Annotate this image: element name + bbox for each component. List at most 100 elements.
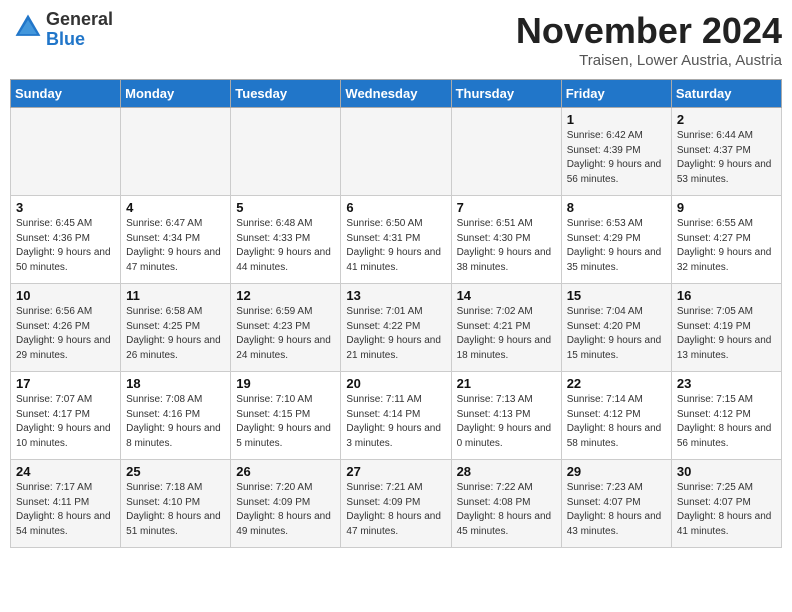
day-info: Sunrise: 6:44 AMSunset: 4:37 PMDaylight:… xyxy=(677,129,776,187)
calendar-cell xyxy=(451,108,561,196)
calendar-cell: 7 Sunrise: 6:51 AMSunset: 4:30 PMDaylight… xyxy=(451,196,561,284)
month-title: November 2024 xyxy=(516,10,782,52)
day-number: 6 xyxy=(346,200,445,215)
weekday-header-row: SundayMondayTuesdayWednesdayThursdayFrid… xyxy=(11,80,782,108)
calendar-week-row: 24 Sunrise: 7:17 AMSunset: 4:11 PMDayligh… xyxy=(11,460,782,548)
day-number: 19 xyxy=(236,376,335,391)
calendar-cell: 6 Sunrise: 6:50 AMSunset: 4:31 PMDaylight… xyxy=(341,196,451,284)
day-info: Sunrise: 6:58 AMSunset: 4:25 PMDaylight:… xyxy=(126,305,225,363)
calendar-cell: 30 Sunrise: 7:25 AMSunset: 4:07 PMDayligh… xyxy=(671,460,781,548)
calendar-cell: 25 Sunrise: 7:18 AMSunset: 4:10 PMDayligh… xyxy=(121,460,231,548)
calendar-cell: 11 Sunrise: 6:58 AMSunset: 4:25 PMDayligh… xyxy=(121,284,231,372)
weekday-header-sunday: Sunday xyxy=(11,80,121,108)
page-header: General Blue November 2024 Traisen, Lowe… xyxy=(10,10,782,69)
logo-icon xyxy=(12,11,44,43)
calendar-week-row: 17 Sunrise: 7:07 AMSunset: 4:17 PMDayligh… xyxy=(11,372,782,460)
day-number: 11 xyxy=(126,288,225,303)
weekday-header-thursday: Thursday xyxy=(451,80,561,108)
day-info: Sunrise: 6:55 AMSunset: 4:27 PMDaylight:… xyxy=(677,217,776,275)
day-info: Sunrise: 7:17 AMSunset: 4:11 PMDaylight:… xyxy=(16,481,115,539)
weekday-header-monday: Monday xyxy=(121,80,231,108)
calendar-cell: 29 Sunrise: 7:23 AMSunset: 4:07 PMDayligh… xyxy=(561,460,671,548)
day-info: Sunrise: 7:14 AMSunset: 4:12 PMDaylight:… xyxy=(567,393,666,451)
calendar-cell: 19 Sunrise: 7:10 AMSunset: 4:15 PMDayligh… xyxy=(231,372,341,460)
weekday-header-saturday: Saturday xyxy=(671,80,781,108)
day-info: Sunrise: 6:42 AMSunset: 4:39 PMDaylight:… xyxy=(567,129,666,187)
day-number: 12 xyxy=(236,288,335,303)
calendar-cell: 14Sunrise: 7:02 AMSunset: 4:21 PMDayligh… xyxy=(451,284,561,372)
day-info: Sunrise: 6:56 AMSunset: 4:26 PMDaylight:… xyxy=(16,305,115,363)
calendar-cell: 27 Sunrise: 7:21 AMSunset: 4:09 PMDayligh… xyxy=(341,460,451,548)
calendar-cell: 23Sunrise: 7:15 AMSunset: 4:12 PMDayligh… xyxy=(671,372,781,460)
weekday-header-tuesday: Tuesday xyxy=(231,80,341,108)
calendar-cell: 10Sunrise: 6:56 AMSunset: 4:26 PMDayligh… xyxy=(11,284,121,372)
day-number: 30 xyxy=(677,464,776,479)
day-number: 22 xyxy=(567,376,666,391)
day-number: 25 xyxy=(126,464,225,479)
logo-blue-text: Blue xyxy=(46,29,85,49)
day-number: 29 xyxy=(567,464,666,479)
calendar-cell: 21Sunrise: 7:13 AMSunset: 4:13 PMDayligh… xyxy=(451,372,561,460)
calendar-cell: 9Sunrise: 6:55 AMSunset: 4:27 PMDaylight… xyxy=(671,196,781,284)
day-number: 14 xyxy=(457,288,556,303)
day-info: Sunrise: 7:15 AMSunset: 4:12 PMDaylight:… xyxy=(677,393,776,451)
day-info: Sunrise: 7:18 AMSunset: 4:10 PMDaylight:… xyxy=(126,481,225,539)
calendar-cell xyxy=(231,108,341,196)
calendar-cell xyxy=(341,108,451,196)
calendar-week-row: 1 Sunrise: 6:42 AMSunset: 4:39 PMDaylight… xyxy=(11,108,782,196)
calendar-cell: 20Sunrise: 7:11 AMSunset: 4:14 PMDayligh… xyxy=(341,372,451,460)
day-info: Sunrise: 7:04 AMSunset: 4:20 PMDaylight:… xyxy=(567,305,666,363)
day-info: Sunrise: 7:13 AMSunset: 4:13 PMDaylight:… xyxy=(457,393,556,451)
day-info: Sunrise: 6:51 AMSunset: 4:30 PMDaylight:… xyxy=(457,217,556,275)
day-info: Sunrise: 7:11 AMSunset: 4:14 PMDaylight:… xyxy=(346,393,445,451)
day-number: 13 xyxy=(346,288,445,303)
calendar-cell: 16Sunrise: 7:05 AMSunset: 4:19 PMDayligh… xyxy=(671,284,781,372)
calendar-cell: 1 Sunrise: 6:42 AMSunset: 4:39 PMDaylight… xyxy=(561,108,671,196)
day-info: Sunrise: 6:50 AMSunset: 4:31 PMDaylight:… xyxy=(346,217,445,275)
day-number: 17 xyxy=(16,376,115,391)
calendar-week-row: 3 Sunrise: 6:45 AMSunset: 4:36 PMDaylight… xyxy=(11,196,782,284)
weekday-header-wednesday: Wednesday xyxy=(341,80,451,108)
title-area: November 2024 Traisen, Lower Austria, Au… xyxy=(516,10,782,69)
calendar-cell: 28 Sunrise: 7:22 AMSunset: 4:08 PMDayligh… xyxy=(451,460,561,548)
day-number: 18 xyxy=(126,376,225,391)
calendar-week-row: 10Sunrise: 6:56 AMSunset: 4:26 PMDayligh… xyxy=(11,284,782,372)
calendar-cell xyxy=(121,108,231,196)
day-number: 27 xyxy=(346,464,445,479)
day-number: 7 xyxy=(457,200,556,215)
day-info: Sunrise: 7:07 AMSunset: 4:17 PMDaylight:… xyxy=(16,393,115,451)
calendar-cell: 13 Sunrise: 7:01 AMSunset: 4:22 PMDayligh… xyxy=(341,284,451,372)
day-number: 1 xyxy=(567,112,666,127)
day-info: Sunrise: 6:45 AMSunset: 4:36 PMDaylight:… xyxy=(16,217,115,275)
day-info: Sunrise: 7:08 AMSunset: 4:16 PMDaylight:… xyxy=(126,393,225,451)
day-info: Sunrise: 7:21 AMSunset: 4:09 PMDaylight:… xyxy=(346,481,445,539)
weekday-header-friday: Friday xyxy=(561,80,671,108)
calendar-cell: 12Sunrise: 6:59 AMSunset: 4:23 PMDayligh… xyxy=(231,284,341,372)
calendar-cell: 17 Sunrise: 7:07 AMSunset: 4:17 PMDayligh… xyxy=(11,372,121,460)
day-info: Sunrise: 7:01 AMSunset: 4:22 PMDaylight:… xyxy=(346,305,445,363)
calendar-cell: 3 Sunrise: 6:45 AMSunset: 4:36 PMDaylight… xyxy=(11,196,121,284)
calendar-cell: 5Sunrise: 6:48 AMSunset: 4:33 PMDaylight… xyxy=(231,196,341,284)
day-info: Sunrise: 6:53 AMSunset: 4:29 PMDaylight:… xyxy=(567,217,666,275)
calendar-table: SundayMondayTuesdayWednesdayThursdayFrid… xyxy=(10,79,782,548)
day-number: 16 xyxy=(677,288,776,303)
calendar-cell: 2 Sunrise: 6:44 AMSunset: 4:37 PMDaylight… xyxy=(671,108,781,196)
calendar-cell: 4Sunrise: 6:47 AMSunset: 4:34 PMDaylight… xyxy=(121,196,231,284)
day-number: 2 xyxy=(677,112,776,127)
day-info: Sunrise: 6:48 AMSunset: 4:33 PMDaylight:… xyxy=(236,217,335,275)
day-info: Sunrise: 7:23 AMSunset: 4:07 PMDaylight:… xyxy=(567,481,666,539)
day-number: 28 xyxy=(457,464,556,479)
day-number: 26 xyxy=(236,464,335,479)
logo: General Blue xyxy=(10,10,113,50)
day-info: Sunrise: 7:22 AMSunset: 4:08 PMDaylight:… xyxy=(457,481,556,539)
day-info: Sunrise: 7:10 AMSunset: 4:15 PMDaylight:… xyxy=(236,393,335,451)
day-info: Sunrise: 7:20 AMSunset: 4:09 PMDaylight:… xyxy=(236,481,335,539)
day-info: Sunrise: 7:25 AMSunset: 4:07 PMDaylight:… xyxy=(677,481,776,539)
day-number: 8 xyxy=(567,200,666,215)
calendar-cell: 15Sunrise: 7:04 AMSunset: 4:20 PMDayligh… xyxy=(561,284,671,372)
logo-general-text: General xyxy=(46,9,113,29)
day-number: 3 xyxy=(16,200,115,215)
calendar-cell: 22 Sunrise: 7:14 AMSunset: 4:12 PMDayligh… xyxy=(561,372,671,460)
day-number: 24 xyxy=(16,464,115,479)
calendar-cell: 26 Sunrise: 7:20 AMSunset: 4:09 PMDayligh… xyxy=(231,460,341,548)
